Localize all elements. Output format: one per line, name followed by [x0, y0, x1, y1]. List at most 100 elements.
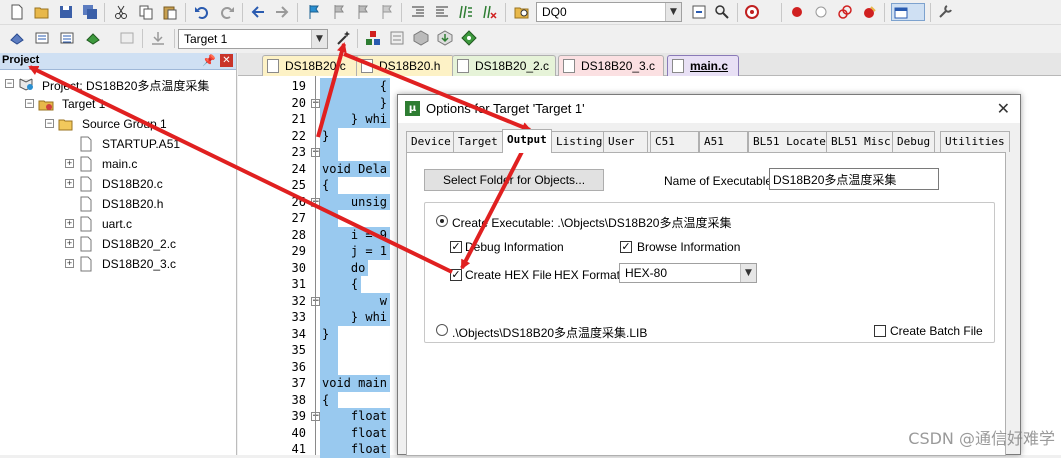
expand-icon[interactable]: +: [65, 219, 74, 228]
stop-build-button[interactable]: [118, 29, 136, 47]
tab-listing[interactable]: Listing: [551, 131, 607, 152]
save-button[interactable]: [57, 3, 75, 21]
insert-breakpoint-button[interactable]: [788, 3, 806, 21]
tree-file-item[interactable]: + uart.c: [0, 214, 236, 234]
chevron-down-icon[interactable]: ▼: [740, 264, 756, 282]
collapse-icon[interactable]: −: [5, 79, 14, 88]
pack-installer-button[interactable]: [436, 29, 454, 47]
select-pack-button[interactable]: [412, 29, 430, 47]
browse-information-checkbox[interactable]: ✓: [620, 241, 632, 253]
bookmark-button[interactable]: [305, 3, 323, 21]
tree-group-label: Source Group 1: [82, 117, 167, 131]
download-icon: [150, 30, 166, 46]
translate-button[interactable]: [8, 29, 26, 47]
file-tab[interactable]: DS18B20_3.c: [558, 55, 664, 76]
next-bookmark-button[interactable]: [353, 3, 371, 21]
unindent-button[interactable]: [433, 3, 451, 21]
build-button[interactable]: [33, 29, 51, 47]
name-of-executable-field[interactable]: DS18B20多点温度采集: [769, 168, 939, 190]
new-file-button[interactable]: [8, 3, 26, 21]
collapse-icon[interactable]: −: [45, 119, 54, 128]
enable-breakpoint-button[interactable]: [812, 3, 830, 21]
tab-target[interactable]: Target: [453, 131, 503, 152]
debug-information-checkbox[interactable]: ✓: [450, 241, 462, 253]
tab-a51[interactable]: A51: [699, 131, 748, 152]
file-tab[interactable]: DS18B20.h: [356, 55, 454, 76]
rebuild-button[interactable]: [58, 29, 76, 47]
nav-back-button[interactable]: [249, 3, 267, 21]
create-batch-file-checkbox[interactable]: [874, 325, 886, 337]
undo-button[interactable]: [193, 3, 211, 21]
debug-session-button[interactable]: [743, 3, 773, 21]
configure-button[interactable]: [936, 3, 954, 21]
tree-file-item[interactable]: + main.c: [0, 154, 236, 174]
tab-bl51-locate[interactable]: BL51 Locate: [748, 131, 831, 152]
cut-button[interactable]: [112, 3, 130, 21]
target-select[interactable]: Target 1 ▼: [178, 29, 328, 49]
expand-icon[interactable]: +: [65, 239, 74, 248]
nav-forward-button[interactable]: [273, 3, 291, 21]
tab-c51[interactable]: C51: [650, 131, 699, 152]
collapse-icon[interactable]: −: [25, 99, 34, 108]
find-combo[interactable]: DQ0 ▼: [536, 2, 682, 22]
create-executable-radio[interactable]: [436, 215, 448, 227]
paste-button[interactable]: [161, 3, 179, 21]
comment-button[interactable]: [457, 3, 475, 21]
tree-group-node[interactable]: − Source Group 1: [0, 114, 236, 134]
tab-bl51-misc[interactable]: BL51 Misc: [826, 131, 896, 152]
uncomment-button[interactable]: [481, 3, 499, 21]
file-tab[interactable]: DS18B20_2.c: [452, 55, 556, 76]
tab-utilities[interactable]: Utilities: [940, 131, 1010, 152]
find-button[interactable]: [713, 3, 731, 21]
manage-components-button[interactable]: [364, 29, 382, 47]
tree-project-node[interactable]: − Project: DS18B20多点温度采集: [0, 74, 236, 94]
download-button[interactable]: [149, 29, 171, 47]
file-tab[interactable]: DS18B20.c: [262, 55, 360, 76]
tab-debug[interactable]: Debug: [892, 131, 935, 152]
save-all-button[interactable]: [81, 3, 99, 21]
dialog-close-button[interactable]: ✕: [997, 99, 1010, 118]
create-library-radio[interactable]: [436, 324, 448, 336]
kill-all-breakpoints-button[interactable]: [860, 3, 878, 21]
find-in-files-button[interactable]: [513, 3, 531, 21]
expand-icon[interactable]: +: [65, 179, 74, 188]
window-layout-button[interactable]: [891, 3, 925, 21]
tab-user[interactable]: User: [603, 131, 648, 152]
file-icon: [78, 176, 94, 192]
expand-icon[interactable]: +: [65, 259, 74, 268]
tree-file-item[interactable]: STARTUP.A51: [0, 134, 236, 154]
expand-icon[interactable]: +: [65, 159, 74, 168]
tree-file-item[interactable]: + DS18B20_2.c: [0, 234, 236, 254]
tree-target-node[interactable]: − Target 1: [0, 94, 236, 114]
open-file-button[interactable]: [33, 3, 51, 21]
create-hex-checkbox[interactable]: ✓: [450, 269, 462, 281]
tab-device[interactable]: Device: [406, 131, 456, 152]
pin-icon[interactable]: 📌: [202, 54, 216, 67]
wrench-icon: [937, 4, 953, 20]
file-tab-active[interactable]: main.c: [667, 55, 739, 77]
select-folder-button[interactable]: Select Folder for Objects...: [424, 169, 604, 191]
prev-bookmark-button[interactable]: [329, 3, 347, 21]
indent-icon: [410, 4, 426, 20]
save-icon: [58, 4, 74, 20]
options-for-target-button[interactable]: [334, 29, 352, 47]
tree-file-item[interactable]: DS18B20.h: [0, 194, 236, 214]
batch-build-button[interactable]: [84, 29, 112, 47]
tab-output[interactable]: Output: [502, 129, 552, 153]
disable-all-breakpoints-button[interactable]: [836, 3, 854, 21]
redo-button[interactable]: [218, 3, 236, 21]
hex-format-select[interactable]: HEX-80 ▼: [619, 263, 757, 283]
file-extensions-button[interactable]: [388, 29, 406, 47]
tree-file-item[interactable]: + DS18B20.c: [0, 174, 236, 194]
tree-file-item[interactable]: + DS18B20_3.c: [0, 254, 236, 274]
indent-button[interactable]: [409, 3, 427, 21]
close-panel-button[interactable]: ✕: [220, 54, 233, 67]
line-number: 30: [278, 261, 306, 275]
chevron-down-icon[interactable]: ▼: [311, 30, 327, 48]
copy-button[interactable]: [137, 3, 155, 21]
incremental-find-button[interactable]: [690, 3, 708, 21]
clear-bookmarks-button[interactable]: [377, 3, 395, 21]
rte-button[interactable]: [460, 29, 478, 47]
target-select-value: Target 1: [184, 32, 227, 46]
chevron-down-icon[interactable]: ▼: [665, 3, 681, 21]
